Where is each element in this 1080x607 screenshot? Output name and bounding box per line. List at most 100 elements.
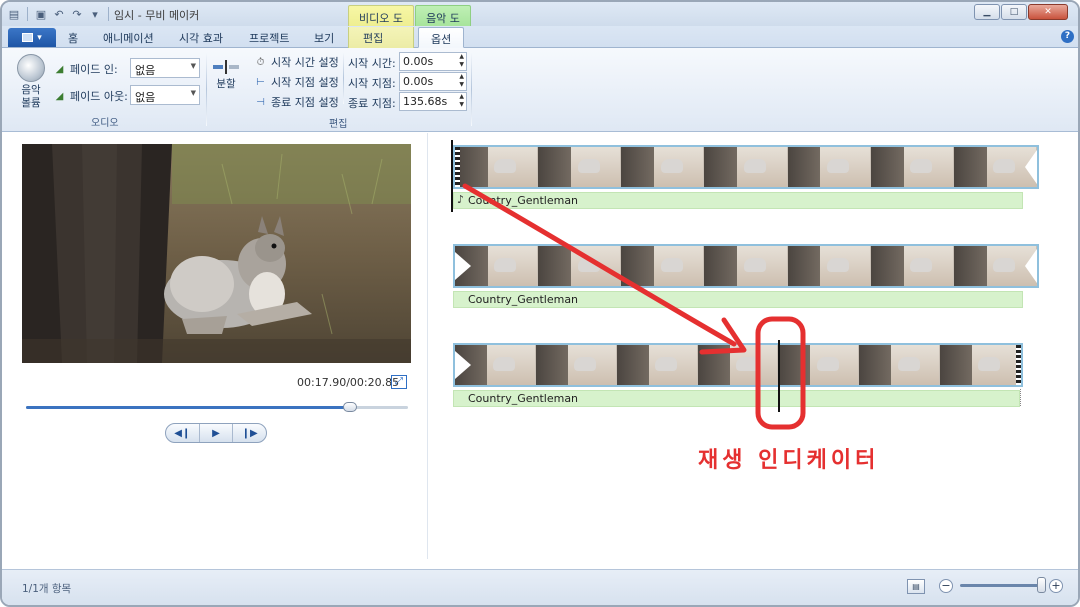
start-time-value: 0.00s bbox=[403, 55, 434, 68]
previous-frame-button[interactable]: ◀❙ bbox=[166, 424, 200, 442]
tab-options[interactable]: 옵션 bbox=[418, 27, 465, 48]
set-end-point-button[interactable]: ⊣ 종료 지점 설정 bbox=[254, 94, 339, 110]
group-separator bbox=[343, 52, 344, 104]
seek-bar[interactable] bbox=[26, 402, 408, 412]
tab-project[interactable]: 프로젝트 bbox=[249, 30, 289, 46]
start-point-input[interactable]: 0.00s ▲ ▼ bbox=[399, 72, 467, 91]
title-bar: ▤ ▣ ↶ ↷ ▾ 임시 - 무비 메이커 비디오 도구 음악 도구 ▁ □ ✕ bbox=[2, 2, 1078, 41]
fade-in-icon: ◢ bbox=[55, 63, 64, 75]
quick-access-toolbar: ▤ ▣ ↶ ↷ ▾ bbox=[6, 5, 112, 23]
chevron-down-icon: ▼ bbox=[190, 62, 196, 70]
split-icon bbox=[213, 60, 239, 74]
fade-in-row: ◢ 페이드 인: bbox=[53, 61, 118, 77]
file-menu-icon bbox=[22, 33, 34, 42]
video-clip-3[interactable] bbox=[453, 343, 1023, 387]
tab-animations[interactable]: 애니메이션 bbox=[103, 30, 154, 46]
storyboard-view-icon[interactable]: ▤ bbox=[907, 579, 925, 594]
split-button[interactable]: 분할 bbox=[211, 60, 241, 91]
end-point-input[interactable]: 135.68s ▲ ▼ bbox=[399, 92, 467, 111]
fade-in-select[interactable]: 없음 ▼ bbox=[130, 58, 200, 78]
seek-bar-thumb[interactable] bbox=[342, 402, 357, 412]
set-start-time-label: 시작 시간 설정 bbox=[271, 56, 339, 69]
spin-arrows-icon[interactable]: ▲ ▼ bbox=[459, 53, 464, 69]
start-time-label: 시작 시간: bbox=[348, 57, 396, 70]
close-button[interactable]: ✕ bbox=[1028, 4, 1068, 20]
tab-home[interactable]: 홈 bbox=[68, 30, 78, 46]
item-count: 1/1개 항목 bbox=[22, 583, 72, 595]
music-track-label: Country_Gentleman bbox=[468, 392, 579, 405]
start-time-input[interactable]: 0.00s ▲ ▼ bbox=[399, 52, 467, 71]
video-clip-2[interactable] bbox=[453, 244, 1039, 288]
fade-out-row: ◢ 페이드 아웃: bbox=[53, 88, 128, 104]
fade-out-label: 페이드 아웃: bbox=[70, 90, 128, 103]
fade-out-select[interactable]: 없음 ▼ bbox=[130, 85, 200, 105]
minimize-button[interactable]: ▁ bbox=[974, 4, 1000, 20]
tab-visual-effects[interactable]: 시각 효과 bbox=[179, 30, 223, 46]
clip-start-marker bbox=[455, 252, 471, 280]
fade-out-value: 없음 bbox=[135, 91, 156, 104]
music-volume-button[interactable]: 음악 볼륨 bbox=[14, 54, 48, 110]
fade-in-label: 페이드 인: bbox=[70, 63, 118, 76]
maximize-button[interactable]: □ bbox=[1001, 4, 1027, 20]
music-track-1[interactable]: ♪ Country_Gentleman bbox=[453, 192, 1023, 209]
set-start-point-label: 시작 지점 설정 bbox=[271, 76, 339, 89]
tab-edit[interactable]: 편집 bbox=[348, 27, 414, 48]
zoom-slider[interactable] bbox=[960, 584, 1046, 587]
music-track-label: Country_Gentleman bbox=[468, 194, 579, 207]
zoom-in-button[interactable]: + bbox=[1049, 579, 1063, 593]
clip-thumbnails bbox=[455, 345, 1021, 385]
zoom-out-button[interactable]: − bbox=[939, 579, 953, 593]
pane-divider[interactable] bbox=[427, 133, 428, 559]
start-point-icon: ⊢ bbox=[256, 76, 265, 88]
annotation-label: 재생 인디케이터 bbox=[698, 448, 880, 473]
tab-view[interactable]: 보기 bbox=[314, 30, 334, 46]
window-title: 임시 - 무비 메이커 bbox=[114, 9, 200, 22]
fade-out-icon: ◢ bbox=[55, 90, 64, 102]
clip-thumbnails bbox=[455, 147, 1037, 187]
spin-arrows-icon[interactable]: ▲ ▼ bbox=[459, 93, 464, 109]
dropdown-icon[interactable]: ▾ bbox=[87, 6, 103, 22]
playhead-start-marker bbox=[451, 140, 453, 212]
clip-end-marker bbox=[1025, 246, 1037, 286]
fullscreen-icon[interactable]: ⤢ bbox=[391, 375, 407, 389]
set-start-point-button[interactable]: ⊢ 시작 지점 설정 bbox=[254, 74, 339, 90]
save-icon[interactable]: ▣ bbox=[33, 6, 49, 22]
start-point-label: 시작 지점: bbox=[348, 77, 396, 90]
playback-indicator[interactable] bbox=[778, 340, 780, 412]
music-track-3[interactable]: Country_Gentleman bbox=[453, 390, 1020, 407]
group-separator bbox=[471, 52, 472, 126]
play-button[interactable]: ▶ bbox=[200, 424, 234, 442]
music-track-label: Country_Gentleman bbox=[468, 293, 579, 306]
redo-icon[interactable]: ↷ bbox=[69, 6, 85, 22]
split-label: 분할 bbox=[216, 78, 236, 90]
group-separator bbox=[206, 52, 207, 126]
qat-separator bbox=[27, 7, 28, 21]
end-point-icon: ⊣ bbox=[256, 96, 265, 108]
timecode-display: 00:17.90/00:20.85 bbox=[297, 376, 400, 389]
window-controls: ▁ □ ✕ bbox=[974, 4, 1068, 20]
start-point-value: 0.00s bbox=[403, 75, 434, 88]
audio-group-label: 오디오 bbox=[91, 118, 119, 129]
edit-group-label: 편집 bbox=[329, 119, 348, 130]
video-preview[interactable] bbox=[22, 144, 411, 363]
squirrel-video-frame bbox=[22, 144, 411, 363]
movie-maker-window: ▤ ▣ ↶ ↷ ▾ 임시 - 무비 메이커 비디오 도구 음악 도구 ▁ □ ✕… bbox=[0, 0, 1080, 607]
clip-thumbnails bbox=[455, 246, 1037, 286]
help-icon[interactable]: ? bbox=[1061, 30, 1074, 43]
clip-start-marker bbox=[455, 351, 471, 379]
spin-arrows-icon[interactable]: ▲ ▼ bbox=[459, 73, 464, 89]
fade-in-value: 없음 bbox=[135, 64, 156, 77]
zoom-slider-thumb[interactable] bbox=[1036, 577, 1046, 593]
next-frame-button[interactable]: ❙▶ bbox=[233, 424, 266, 442]
ribbon-tab-row: ▾ 홈 애니메이션 시각 효과 프로젝트 보기 편집 옵션 ? bbox=[2, 26, 1078, 48]
status-bar: 1/1개 항목 ▤ − + bbox=[2, 569, 1078, 605]
video-tools-header: 비디오 도구 bbox=[348, 5, 414, 41]
video-clip-1[interactable] bbox=[453, 145, 1039, 189]
stopwatch-icon: ⏱ bbox=[256, 56, 265, 68]
set-start-time-button[interactable]: ⏱ 시작 시간 설정 bbox=[254, 54, 339, 70]
music-track-2[interactable]: Country_Gentleman bbox=[453, 291, 1023, 308]
file-menu-button[interactable]: ▾ bbox=[8, 28, 56, 47]
undo-icon[interactable]: ↶ bbox=[51, 6, 67, 22]
app-icon[interactable]: ▤ bbox=[6, 6, 22, 22]
set-end-point-label: 종료 지점 설정 bbox=[271, 96, 339, 109]
